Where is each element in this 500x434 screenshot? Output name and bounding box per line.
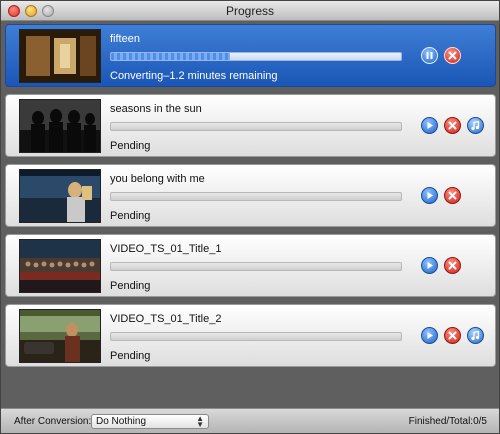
title-bar: Progress bbox=[1, 1, 499, 21]
add-to-itunes-button[interactable] bbox=[467, 117, 484, 134]
conversion-row[interactable]: fifteen Converting–1.2 minutes remaining bbox=[5, 24, 496, 87]
cancel-button[interactable] bbox=[444, 47, 461, 64]
music-note-icon bbox=[471, 330, 480, 341]
x-icon bbox=[448, 121, 457, 130]
finished-total-count: Finished/Total:0/5 bbox=[408, 416, 487, 427]
progress-window: Progress fifteen Converting–1.2 minutes … bbox=[0, 0, 500, 434]
conversion-status: Pending bbox=[110, 140, 151, 152]
play-icon bbox=[427, 122, 433, 129]
video-thumbnail bbox=[19, 29, 101, 83]
progress-bar bbox=[110, 192, 402, 201]
play-icon bbox=[427, 192, 433, 199]
video-thumbnail bbox=[19, 239, 101, 293]
video-thumbnail bbox=[19, 169, 101, 223]
progress-fill bbox=[111, 53, 230, 60]
conversion-row[interactable]: VIDEO_TS_01_Title_1 Pending bbox=[5, 234, 496, 297]
video-name: fifteen bbox=[110, 33, 140, 45]
start-button[interactable] bbox=[421, 187, 438, 204]
start-button[interactable] bbox=[421, 327, 438, 344]
cancel-button[interactable] bbox=[444, 117, 461, 134]
pause-button[interactable] bbox=[421, 47, 438, 64]
video-name: seasons in the sun bbox=[110, 103, 202, 115]
conversion-status: Pending bbox=[110, 350, 151, 362]
progress-bar bbox=[110, 332, 402, 341]
conversion-status: Converting–1.2 minutes remaining bbox=[110, 70, 278, 82]
status-footer: After Conversion: Do Nothing ▲ ▼ Finished… bbox=[1, 408, 499, 433]
x-icon bbox=[448, 261, 457, 270]
after-conversion-value: Do Nothing bbox=[96, 416, 147, 427]
play-icon bbox=[427, 262, 433, 269]
video-name: VIDEO_TS_01_Title_1 bbox=[110, 243, 222, 255]
conversion-row[interactable]: VIDEO_TS_01_Title_2 Pending bbox=[5, 304, 496, 367]
play-icon bbox=[427, 332, 433, 339]
window-title: Progress bbox=[225, 4, 275, 18]
video-thumbnail bbox=[19, 309, 101, 363]
cancel-button[interactable] bbox=[444, 327, 461, 344]
video-name: VIDEO_TS_01_Title_2 bbox=[110, 313, 222, 325]
pause-icon bbox=[426, 52, 433, 59]
video-name: you belong with me bbox=[110, 173, 205, 185]
progress-bar bbox=[110, 262, 402, 271]
start-button[interactable] bbox=[421, 257, 438, 274]
music-note-icon bbox=[471, 120, 480, 131]
conversion-row[interactable]: seasons in the sun Pending bbox=[5, 94, 496, 157]
cancel-button[interactable] bbox=[444, 257, 461, 274]
x-icon bbox=[448, 51, 457, 60]
conversion-row[interactable]: you belong with me Pending bbox=[5, 164, 496, 227]
cancel-button[interactable] bbox=[444, 187, 461, 204]
progress-bar bbox=[110, 122, 402, 131]
add-to-itunes-button[interactable] bbox=[467, 327, 484, 344]
x-icon bbox=[448, 331, 457, 340]
after-conversion-select[interactable]: Do Nothing ▲ ▼ bbox=[91, 414, 209, 429]
start-button[interactable] bbox=[421, 117, 438, 134]
x-icon bbox=[448, 191, 457, 200]
progress-bar bbox=[110, 52, 402, 61]
video-thumbnail bbox=[19, 99, 101, 153]
after-conversion-label: After Conversion: bbox=[14, 416, 92, 427]
conversion-status: Pending bbox=[110, 280, 151, 292]
select-arrows-icon: ▲ ▼ bbox=[196, 414, 204, 429]
conversion-status: Pending bbox=[110, 210, 151, 222]
